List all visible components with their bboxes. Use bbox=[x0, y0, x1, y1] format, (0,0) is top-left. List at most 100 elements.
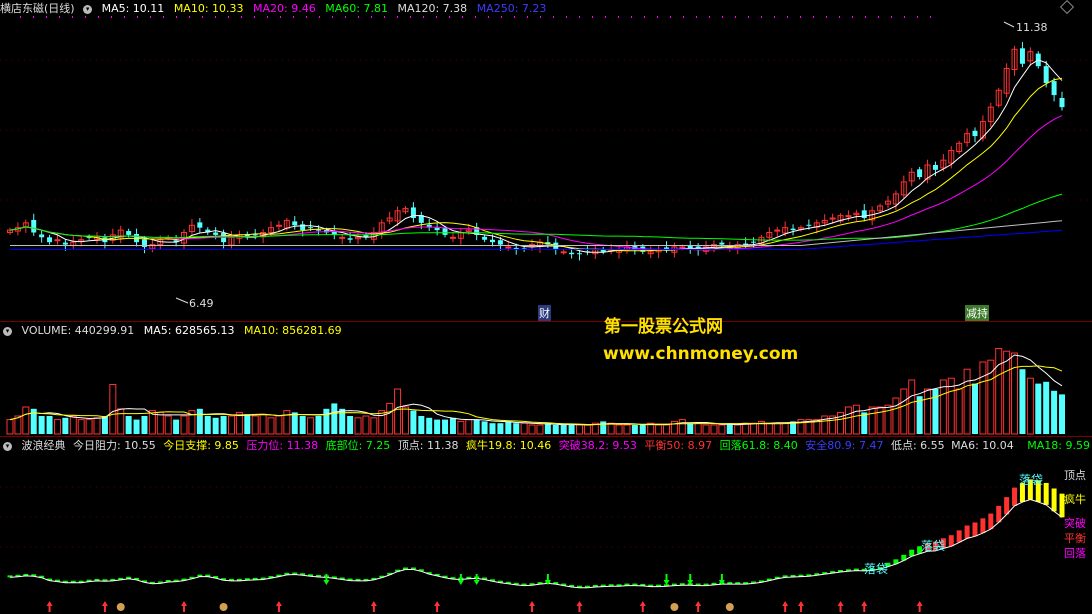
top-dot-marker bbox=[709, 16, 710, 18]
volume-bar bbox=[955, 388, 963, 435]
top-dot-marker bbox=[150, 16, 151, 18]
volume-bar bbox=[908, 379, 916, 435]
volume-bar bbox=[900, 388, 908, 435]
top-dot-marker bbox=[787, 16, 788, 18]
volume-bar bbox=[164, 415, 172, 435]
chevron-down-icon[interactable]: ▾ bbox=[83, 4, 93, 14]
volume-bar bbox=[844, 406, 852, 435]
candle-down bbox=[972, 130, 978, 137]
volume-bar bbox=[244, 414, 251, 434]
top-dot-marker bbox=[423, 16, 424, 18]
chevron-down-icon[interactable]: ▾ bbox=[3, 326, 12, 336]
ma6-value: MA6: 10.04 bbox=[951, 439, 1014, 452]
price-header: 横店东磁(日线) ▾ MA5: 10.11 MA10: 10.33 MA20: … bbox=[0, 2, 552, 15]
volume-bar bbox=[53, 419, 61, 435]
volume-bar bbox=[615, 424, 623, 435]
candle-down bbox=[1043, 66, 1049, 84]
candle-down bbox=[434, 227, 440, 231]
top-dot-marker bbox=[124, 16, 125, 18]
top-dot-marker bbox=[293, 16, 294, 18]
volume-bar bbox=[251, 415, 259, 435]
candle-up bbox=[505, 246, 512, 249]
sell-arrow-icon bbox=[473, 574, 480, 585]
price-pane[interactable]: 横店东磁(日线) ▾ MA5: 10.11 MA10: 10.33 MA20: … bbox=[0, 0, 1092, 321]
bottom-value: 底部位: 7.25 bbox=[325, 439, 391, 452]
top-dot-marker bbox=[800, 16, 801, 18]
wave-pane[interactable]: ▾ 波浪经典 今日阻力: 10.55 今日支撑: 9.85 压力位: 11.38… bbox=[0, 436, 1092, 614]
top-dot-marker bbox=[215, 16, 216, 18]
volume-bar bbox=[939, 379, 947, 435]
candle-down bbox=[347, 238, 353, 240]
top-dot-marker bbox=[358, 16, 359, 18]
volume-bar bbox=[434, 419, 441, 434]
top-dot-marker bbox=[228, 16, 229, 18]
candle-down bbox=[197, 222, 203, 228]
buy-arrow-icon bbox=[576, 601, 583, 612]
chevron-down-icon[interactable]: ▾ bbox=[3, 441, 12, 451]
volume-bar bbox=[481, 421, 488, 434]
top-dot-marker bbox=[241, 16, 242, 18]
label-ding-dian: 顶点 bbox=[1064, 469, 1086, 482]
volume-bar bbox=[220, 416, 227, 434]
volume-bar bbox=[916, 396, 923, 434]
top-dot-marker bbox=[774, 16, 775, 18]
wave-bar bbox=[1043, 482, 1049, 505]
volume-bar bbox=[291, 412, 298, 434]
candle-down bbox=[932, 165, 938, 170]
top-dot-marker bbox=[137, 16, 138, 18]
resist-value: 今日阻力: 10.55 bbox=[73, 439, 156, 452]
volume-bar bbox=[710, 424, 718, 435]
volume-bar bbox=[354, 417, 362, 435]
top-dot-marker bbox=[410, 16, 411, 18]
buy-arrow-icon bbox=[861, 601, 868, 612]
wave-chart[interactable] bbox=[0, 437, 1092, 614]
volume-bar bbox=[1019, 369, 1026, 434]
volume-bar bbox=[1043, 381, 1050, 434]
top-dot-marker bbox=[72, 16, 73, 18]
ma120-value: MA120: 7.38 bbox=[397, 2, 468, 15]
volume-bar bbox=[299, 416, 306, 434]
price-chart[interactable] bbox=[0, 0, 1092, 321]
volume-bar bbox=[655, 424, 663, 435]
buy-arrow-icon bbox=[782, 601, 789, 612]
label-luo-dai: 落袋 bbox=[1019, 473, 1044, 487]
label-luo-dai: 落袋 bbox=[921, 539, 946, 553]
candle-down bbox=[719, 242, 725, 245]
reduction-event-badge[interactable]: 减持 bbox=[965, 305, 989, 321]
volume-bar bbox=[227, 415, 235, 435]
top-dot-marker bbox=[592, 16, 593, 18]
volume-bar bbox=[259, 413, 267, 435]
volume-bar bbox=[77, 419, 85, 435]
money-bag-icon bbox=[219, 603, 228, 611]
buy-arrow-icon bbox=[181, 601, 188, 612]
volume-bar bbox=[734, 424, 742, 435]
candle-down bbox=[751, 241, 757, 243]
candle-down bbox=[292, 221, 298, 226]
volume-bar bbox=[109, 384, 117, 435]
candle-down bbox=[577, 253, 583, 255]
candle-down bbox=[62, 242, 68, 245]
finance-event-badge[interactable]: 财 bbox=[538, 305, 551, 321]
volume-pane[interactable]: ▾ VOLUME: 440299.91 MA5: 628565.13 MA10:… bbox=[0, 321, 1092, 437]
volume-bar bbox=[552, 425, 559, 434]
top-dot-marker bbox=[735, 16, 736, 18]
volume-bar bbox=[607, 422, 615, 435]
volume-bar bbox=[1059, 394, 1065, 434]
volume-bar bbox=[687, 423, 694, 434]
top-value: 顶点: 11.38 bbox=[397, 439, 459, 452]
volume-bar bbox=[370, 417, 378, 435]
high-price-label: 11.38 bbox=[1016, 21, 1048, 34]
candle-down bbox=[489, 239, 495, 243]
top-dot-marker bbox=[514, 16, 515, 18]
top-dot-marker bbox=[566, 16, 567, 18]
balance-value: 平衡50: 8.97 bbox=[644, 439, 713, 452]
volume-bar bbox=[473, 419, 480, 434]
wave-bar bbox=[956, 530, 962, 543]
wave-bar bbox=[988, 513, 994, 530]
buy-arrow-icon bbox=[529, 601, 536, 612]
top-dot-marker bbox=[605, 16, 606, 18]
ma10-value: MA10: 10.33 bbox=[173, 2, 244, 15]
volume-chart[interactable] bbox=[0, 322, 1092, 437]
candle-down bbox=[917, 169, 923, 178]
candle-down bbox=[300, 224, 306, 231]
